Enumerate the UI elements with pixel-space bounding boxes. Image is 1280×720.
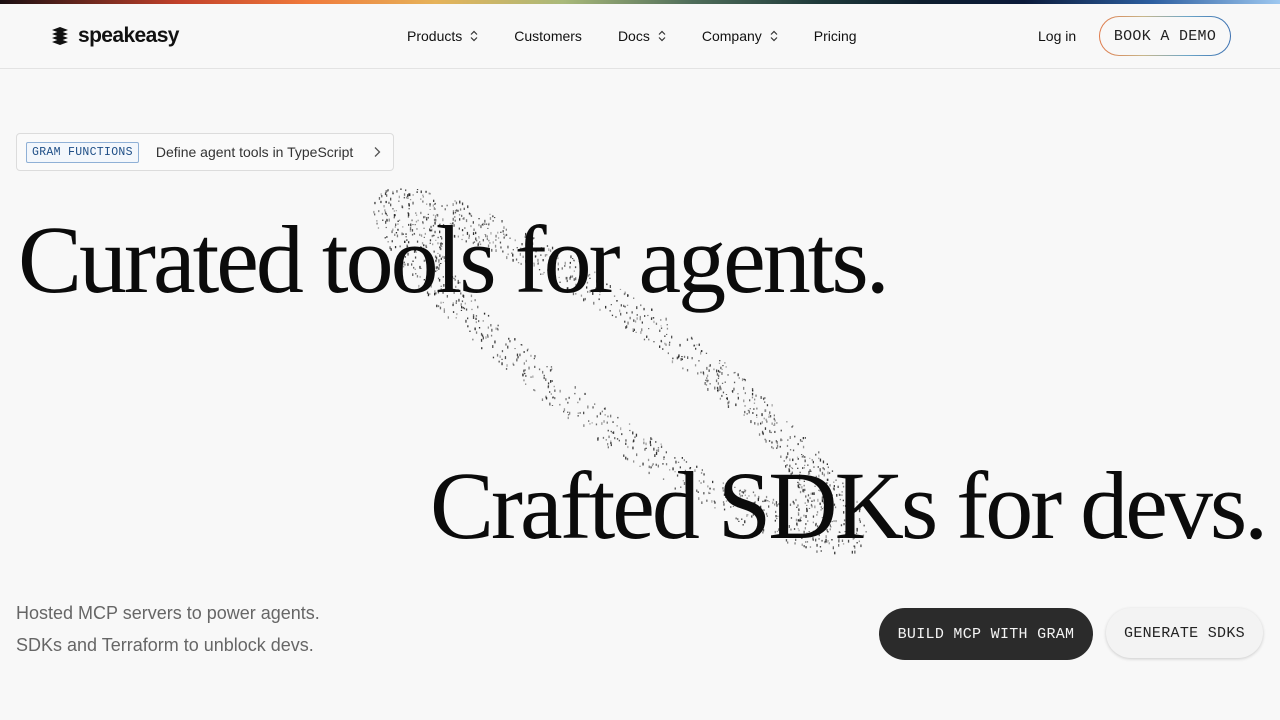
announcement-text: Define agent tools in TypeScript <box>155 144 354 160</box>
announcement-tag: GRAM FUNCTIONS <box>26 141 139 163</box>
hero-headline-agents: Curated tools for agents. <box>18 206 890 313</box>
nav-item-label: Products <box>407 28 463 44</box>
chevron-up-down-icon <box>470 30 478 42</box>
site-header: speakeasy Products Customers Docs Compan… <box>0 4 1280 69</box>
chevron-right-icon <box>374 147 381 157</box>
nav-item-label: Pricing <box>813 28 857 44</box>
nav-item-docs[interactable]: Docs <box>618 28 666 44</box>
nav-item-company[interactable]: Company <box>702 28 778 44</box>
nav-item-pricing[interactable]: Pricing <box>814 28 857 44</box>
nav-item-customers[interactable]: Customers <box>514 28 582 44</box>
logo[interactable]: speakeasy <box>50 24 179 48</box>
nav-item-label: Company <box>701 28 762 44</box>
nav-item-label: Docs <box>617 28 650 44</box>
tagline-agents: Hosted MCP servers to power agents. <box>16 603 320 623</box>
generate-sdks-button[interactable]: GENERATE SDKS <box>1106 608 1263 658</box>
stacked-layers-icon <box>52 27 68 45</box>
chevron-up-down-icon <box>770 30 778 42</box>
announcement-banner[interactable]: GRAM FUNCTIONS Define agent tools in Typ… <box>16 133 394 171</box>
brand-name: speakeasy <box>78 24 179 47</box>
nav-item-products[interactable]: Products <box>407 28 478 44</box>
chevron-up-down-icon <box>658 30 666 42</box>
nav-item-label: Customers <box>514 28 582 44</box>
hero-headline-devs: Crafted SDKs for devs. <box>430 452 1268 559</box>
login-link[interactable]: Log in <box>1038 28 1076 44</box>
build-mcp-button[interactable]: BUILD MCP WITH GRAM <box>879 608 1093 660</box>
main-nav: Products Customers Docs Company Pricing <box>407 4 893 68</box>
book-demo-button[interactable]: BOOK A DEMO <box>1099 16 1231 56</box>
tagline-devs: SDKs and Terraform to unblock devs. <box>16 635 314 655</box>
